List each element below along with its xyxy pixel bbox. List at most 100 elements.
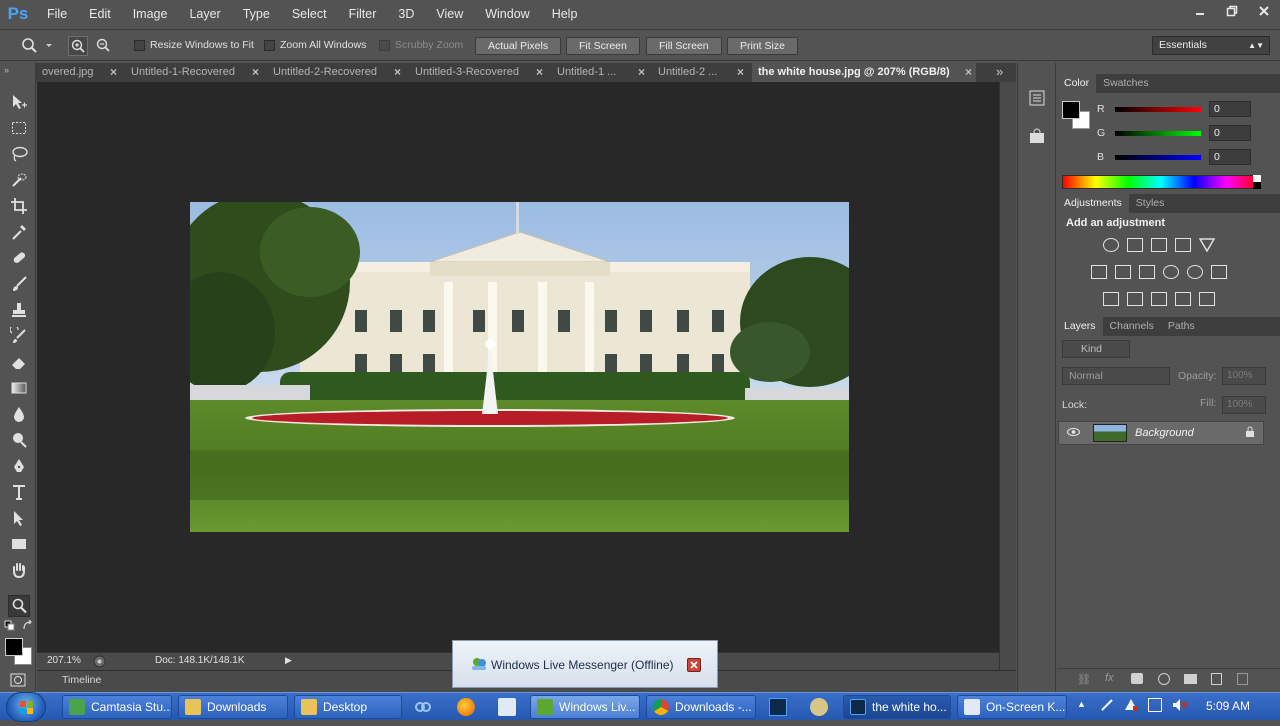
color-foreground-swatch[interactable] [1062,101,1080,119]
new-group-icon[interactable] [1184,674,1197,684]
curves-icon[interactable] [1151,238,1167,252]
status-menu-arrow-icon[interactable]: ▶ [285,655,292,666]
network-icon[interactable] [1148,698,1162,712]
close-tab-icon[interactable]: × [252,63,259,82]
taskbar-desktop-folder[interactable]: Desktop [294,695,402,719]
tab-document[interactable]: overed.jpg × [36,63,121,82]
print-size-button[interactable]: Print Size [727,37,798,55]
zoom-level[interactable]: 207.1% [47,655,81,666]
properties-panel-icon[interactable] [1028,127,1046,148]
close-tab-icon[interactable]: × [965,63,972,82]
tab-swatches[interactable]: Swatches [1096,74,1156,93]
close-tab-icon[interactable]: × [110,63,117,82]
resize-windows-checkbox[interactable]: Resize Windows to Fit [134,39,254,51]
menu-type[interactable]: Type [232,0,281,28]
gradient-map-icon[interactable] [1199,292,1215,306]
trash-icon[interactable] [1237,673,1248,685]
menu-window[interactable]: Window [474,0,540,28]
taskbar-downloads-folder[interactable]: Downloads [178,695,288,719]
lasso-tool[interactable] [8,143,30,165]
taskbar-chrome-downloads[interactable]: Downloads -... [646,695,756,719]
close-tab-icon[interactable]: × [536,63,543,82]
dodge-tool[interactable] [8,429,30,451]
taskbar-on-screen-keyboard[interactable]: On-Screen K... [957,695,1067,719]
restore-button[interactable] [1216,0,1248,22]
rectangle-tool[interactable] [8,533,30,555]
tab-active-document[interactable]: the white house.jpg @ 207% (RGB/8) × [752,63,976,82]
tab-paths[interactable]: Paths [1161,317,1202,336]
channel-mixer-icon[interactable] [1187,265,1203,279]
status-info-icon[interactable] [93,655,106,671]
volume-muted-icon[interactable] [1172,698,1188,712]
marquee-tool[interactable] [8,117,30,139]
hue-saturation-icon[interactable] [1091,265,1107,279]
photo-filter-icon[interactable] [1163,265,1179,279]
fill-input[interactable]: 100% [1222,396,1266,414]
zoom-tool[interactable] [8,595,30,617]
threshold-icon[interactable] [1151,292,1167,306]
exposure-icon[interactable] [1175,238,1191,252]
color-spectrum-ramp[interactable] [1062,175,1260,189]
fit-screen-button[interactable]: Fit Screen [566,37,640,55]
menu-layer[interactable]: Layer [178,0,231,28]
zoom-all-checkbox[interactable]: Zoom All Windows [264,39,366,51]
foreground-color-swatch[interactable] [5,638,23,656]
path-selection-tool[interactable] [8,507,30,529]
levels-icon[interactable] [1127,238,1143,252]
zoom-out-button[interactable] [94,36,114,56]
pen-tool[interactable] [8,455,30,477]
taskbar-photoshop-document[interactable]: the white ho... [843,695,951,719]
selective-color-icon[interactable] [1175,292,1191,306]
healing-brush-tool[interactable] [8,247,30,269]
filter-kind-select[interactable]: Kind [1062,340,1130,358]
green-slider[interactable] [1115,130,1201,136]
close-notification-button[interactable] [687,658,701,672]
color-balance-icon[interactable] [1115,265,1131,279]
menu-select[interactable]: Select [281,0,338,28]
invert-icon[interactable] [1103,292,1119,306]
quick-selection-tool[interactable] [8,169,30,191]
color-lookup-icon[interactable] [1211,265,1227,279]
history-panel-icon[interactable] [1028,89,1046,110]
start-button[interactable] [6,692,46,722]
pinned-app-icon[interactable] [414,698,432,719]
menu-image[interactable]: Image [122,0,179,28]
collapse-icon[interactable]: » [4,65,9,75]
fx-icon[interactable]: fx [1105,672,1114,684]
close-tab-icon[interactable]: × [394,63,401,82]
clock[interactable]: 5:09 AM [1206,699,1250,713]
tab-channels[interactable]: Channels [1103,317,1161,336]
show-hidden-icons-button[interactable]: ▲ [1077,699,1086,709]
tab-document[interactable]: Untitled-1 ... × [551,63,649,82]
history-brush-tool[interactable] [8,325,30,347]
menu-filter[interactable]: Filter [338,0,388,28]
scrubby-zoom-checkbox[interactable]: Scrubby Zoom [379,39,463,51]
default-colors-icon[interactable] [4,620,16,635]
new-layer-icon[interactable] [1211,673,1222,685]
document-image[interactable] [190,202,849,532]
zoom-tool-preset-icon[interactable] [20,37,54,58]
vertical-scrollbar[interactable] [999,82,1016,670]
menu-view[interactable]: View [425,0,474,28]
eyedropper-tool[interactable] [8,221,30,243]
taskbar-windows-live[interactable]: Windows Liv... [530,695,640,719]
red-slider[interactable] [1115,106,1201,112]
blend-mode-select[interactable]: Normal [1062,367,1170,385]
tab-adjustments[interactable]: Adjustments [1057,194,1129,213]
blue-value[interactable]: 0 [1209,149,1251,165]
close-tab-icon[interactable]: × [737,63,744,82]
close-window-button[interactable] [1248,0,1280,22]
menu-help[interactable]: Help [541,0,589,28]
photoshop-pinned-icon[interactable] [769,698,787,716]
gradient-tool[interactable] [8,377,30,399]
black-white-icon[interactable] [1139,265,1155,279]
messenger-notification[interactable]: Windows Live Messenger (Offline) [452,640,718,688]
fill-screen-button[interactable]: Fill Screen [646,37,722,55]
tab-document[interactable]: Untitled-2-Recovered × [267,63,405,82]
posterize-icon[interactable] [1127,292,1143,306]
tab-document[interactable]: Untitled-3-Recovered × [409,63,547,82]
adjustment-layer-icon[interactable] [1158,673,1170,685]
minimize-button[interactable] [1184,0,1216,22]
quick-mask-icon[interactable] [10,673,26,690]
blur-tool[interactable] [8,403,30,425]
